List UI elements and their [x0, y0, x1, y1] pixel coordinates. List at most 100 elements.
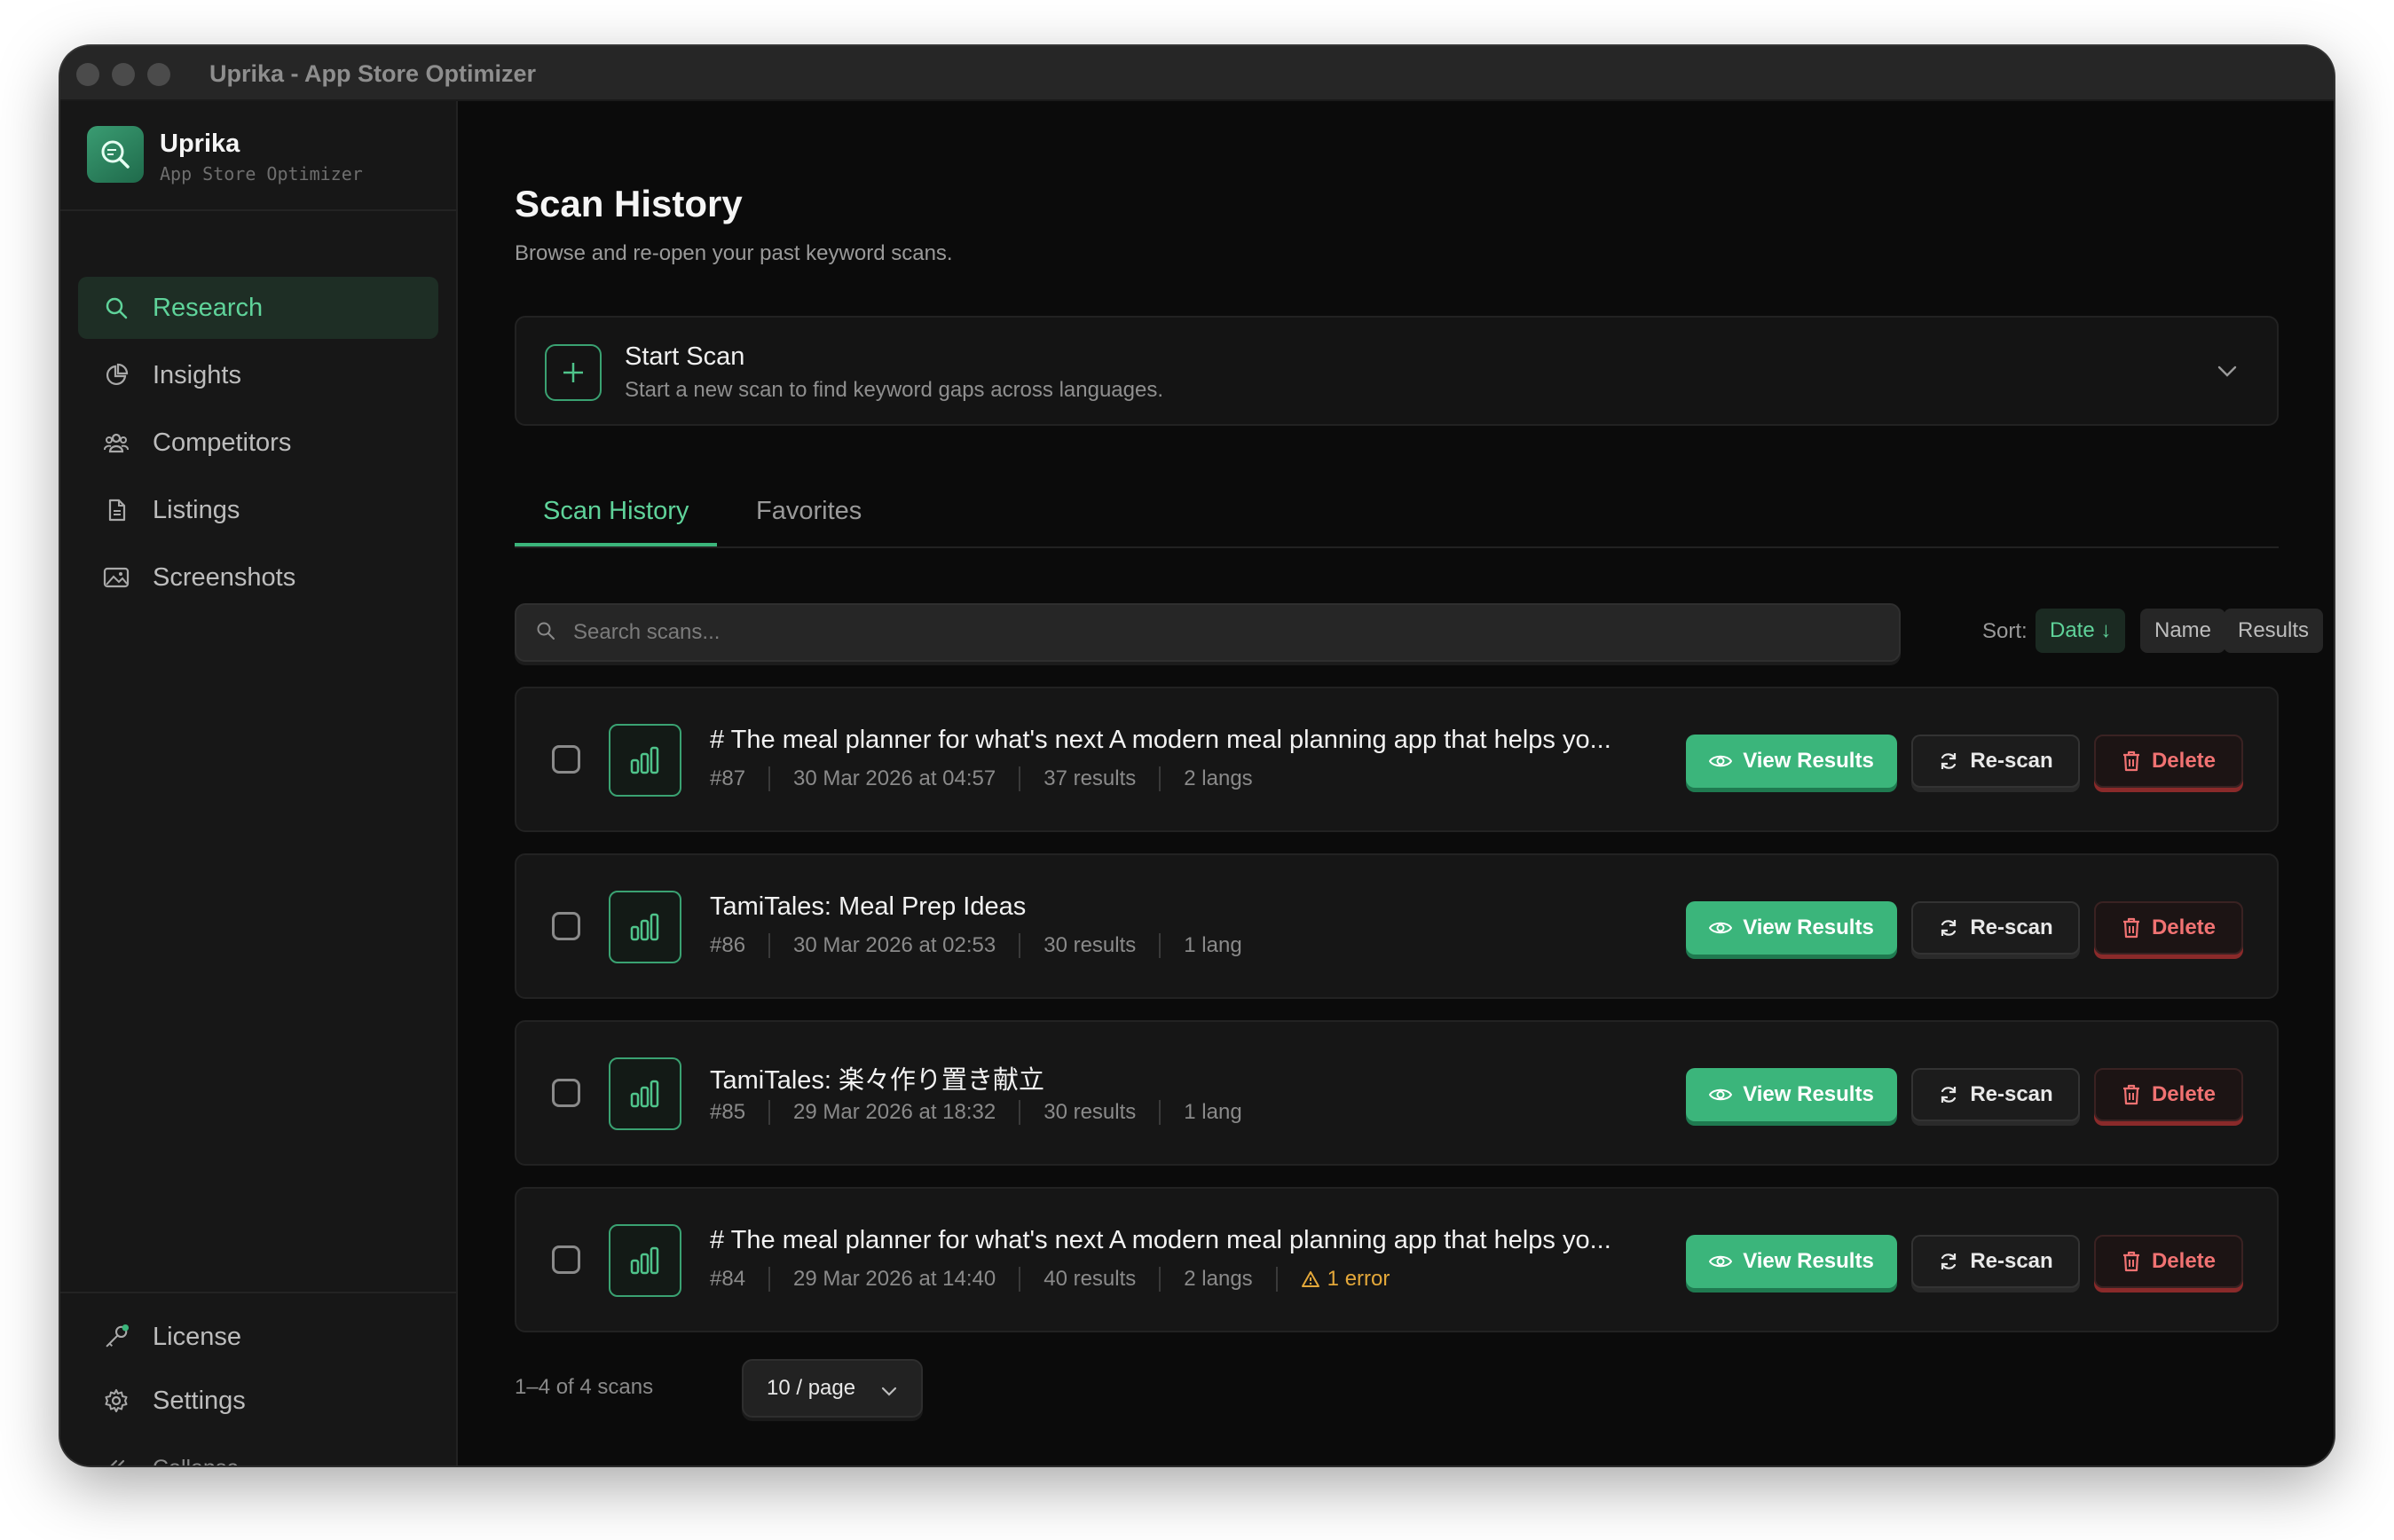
scan-error-badge: 1 error: [1301, 1267, 1390, 1292]
plus-icon: [545, 344, 602, 401]
close-window-button[interactable]: [76, 63, 99, 86]
scan-langs: 2 langs: [1184, 766, 1253, 790]
tab-scan-history[interactable]: Scan History: [515, 474, 718, 546]
sidebar-item-label: Screenshots: [153, 562, 296, 592]
scan-langs: 1 lang: [1184, 1100, 1242, 1124]
pagination-summary: 1–4 of 4 scans: [515, 1375, 654, 1399]
scan-row[interactable]: # The meal planner for what's next A mod…: [515, 1187, 2279, 1332]
search-box: [515, 603, 1901, 662]
sidebar-item-label: Listings: [153, 495, 240, 524]
start-scan-subtitle: Start a new scan to find keyword gaps ac…: [625, 378, 1164, 402]
rescan-button[interactable]: Re-scan: [1911, 901, 2080, 955]
main-content: Scan History Browse and re-open your pas…: [460, 101, 2334, 1465]
start-scan-card[interactable]: Start Scan Start a new scan to find keyw…: [515, 316, 2279, 426]
rescan-button[interactable]: Re-scan: [1911, 1235, 2080, 1288]
view-results-button[interactable]: View Results: [1686, 1068, 1897, 1121]
title-bar: Uprika - App Store Optimizer: [60, 46, 2334, 101]
scan-date: 30 Mar 2026 at 04:57: [793, 766, 996, 790]
scan-id: #86: [710, 933, 746, 957]
sidebar-item-label: Settings: [153, 1386, 246, 1415]
scan-date: 29 Mar 2026 at 18:32: [793, 1100, 996, 1124]
view-results-button[interactable]: View Results: [1686, 1235, 1897, 1288]
bar-chart-icon: [609, 891, 681, 963]
warning-icon: [1301, 1271, 1319, 1287]
scan-langs: 1 lang: [1184, 933, 1242, 957]
users-icon: [103, 429, 130, 456]
tab-favorites[interactable]: Favorites: [728, 474, 890, 546]
delete-button[interactable]: Delete: [2094, 735, 2243, 788]
sidebar-item-label: Competitors: [153, 428, 292, 457]
sidebar-item-insights[interactable]: Insights: [78, 344, 438, 406]
window-title: Uprika - App Store Optimizer: [209, 60, 537, 87]
zoom-window-button[interactable]: [147, 63, 170, 86]
scan-row[interactable]: # The meal planner for what's next A mod…: [515, 687, 2279, 832]
scan-id: #87: [710, 766, 746, 790]
search-icon: [103, 295, 130, 321]
scan-results-count: 30 results: [1043, 1100, 1137, 1124]
scan-date: 29 Mar 2026 at 14:40: [793, 1267, 996, 1291]
image-icon: [103, 564, 130, 591]
bar-chart-icon: [609, 1057, 681, 1130]
app-window: Uprika - App Store Optimizer Uprika App …: [60, 46, 2334, 1465]
sidebar-item-label: Research: [153, 293, 264, 322]
row-checkbox[interactable]: [552, 745, 580, 774]
view-results-button[interactable]: View Results: [1686, 901, 1897, 955]
search-icon: [536, 621, 555, 645]
chevron-down-icon: [881, 1387, 897, 1396]
scan-id: #84: [710, 1267, 746, 1291]
scan-date: 30 Mar 2026 at 02:53: [793, 933, 996, 957]
view-results-button[interactable]: View Results: [1686, 735, 1897, 788]
sidebar-item-settings[interactable]: Settings: [78, 1370, 438, 1432]
sidebar-item-listings[interactable]: Listings: [78, 479, 438, 541]
page-size-value: 10 / page: [767, 1376, 856, 1400]
sidebar-collapse-button[interactable]: Collapse: [78, 1437, 438, 1465]
scan-results-count: 40 results: [1043, 1267, 1137, 1291]
row-checkbox[interactable]: [552, 912, 580, 940]
delete-button[interactable]: Delete: [2094, 1068, 2243, 1121]
sidebar-item-screenshots[interactable]: Screenshots: [78, 546, 438, 609]
sort-date-button[interactable]: Date ↓: [2036, 609, 2126, 653]
key-icon: [103, 1324, 130, 1350]
scan-row[interactable]: TamiTales: Meal Prep Ideas #86 30 Mar 20…: [515, 853, 2279, 999]
row-checkbox[interactable]: [552, 1079, 580, 1107]
sidebar-footer-divider: [60, 1292, 458, 1293]
scan-title: # The meal planner for what's next A mod…: [710, 726, 1611, 754]
scan-meta: #85 29 Mar 2026 at 18:32 30 results 1 la…: [710, 1100, 1242, 1125]
scan-meta: #87 30 Mar 2026 at 04:57 37 results 2 la…: [710, 766, 1253, 791]
bar-chart-icon: [609, 1224, 681, 1297]
sort-name-button[interactable]: Name: [2140, 609, 2226, 653]
row-checkbox[interactable]: [552, 1245, 580, 1274]
delete-button[interactable]: Delete: [2094, 1235, 2243, 1288]
scan-langs: 2 langs: [1184, 1267, 1253, 1291]
sidebar: Uprika App Store Optimizer Research Insi…: [60, 101, 458, 1465]
scan-meta: #84 29 Mar 2026 at 14:40 40 results 2 la…: [710, 1267, 1390, 1292]
sidebar-item-label: Collapse: [153, 1456, 239, 1466]
rescan-button[interactable]: Re-scan: [1911, 1068, 2080, 1121]
scan-title: TamiTales: 楽々作り置き献立: [710, 1066, 1045, 1095]
scan-results-count: 37 results: [1043, 766, 1137, 790]
scan-row[interactable]: TamiTales: 楽々作り置き献立 #85 29 Mar 2026 at 1…: [515, 1020, 2279, 1166]
brand: Uprika App Store Optimizer: [87, 126, 442, 185]
pie-chart-icon: [103, 362, 130, 389]
document-icon: [103, 497, 130, 523]
chevrons-left-icon: [103, 1455, 130, 1465]
rescan-button[interactable]: Re-scan: [1911, 735, 2080, 788]
sidebar-item-competitors[interactable]: Competitors: [78, 412, 438, 474]
sidebar-item-label: Insights: [153, 360, 241, 389]
delete-button[interactable]: Delete: [2094, 901, 2243, 955]
gear-icon: [103, 1387, 130, 1414]
page-title: Scan History: [515, 183, 743, 224]
search-input[interactable]: [573, 620, 1815, 645]
sidebar-item-research[interactable]: Research: [78, 277, 438, 339]
sort-results-button[interactable]: Results: [2224, 609, 2324, 653]
brand-name: Uprika: [160, 130, 240, 158]
sidebar-item-license[interactable]: License: [78, 1306, 438, 1368]
scan-id: #85: [710, 1100, 746, 1124]
tab-bar: Scan History Favorites: [515, 474, 2279, 548]
sidebar-item-label: License: [153, 1322, 241, 1351]
minimize-window-button[interactable]: [112, 63, 135, 86]
chevron-down-icon[interactable]: [2215, 358, 2240, 388]
sidebar-divider: [60, 209, 458, 211]
start-scan-title: Start Scan: [625, 342, 745, 371]
page-size-select[interactable]: 10 / page: [742, 1359, 923, 1418]
